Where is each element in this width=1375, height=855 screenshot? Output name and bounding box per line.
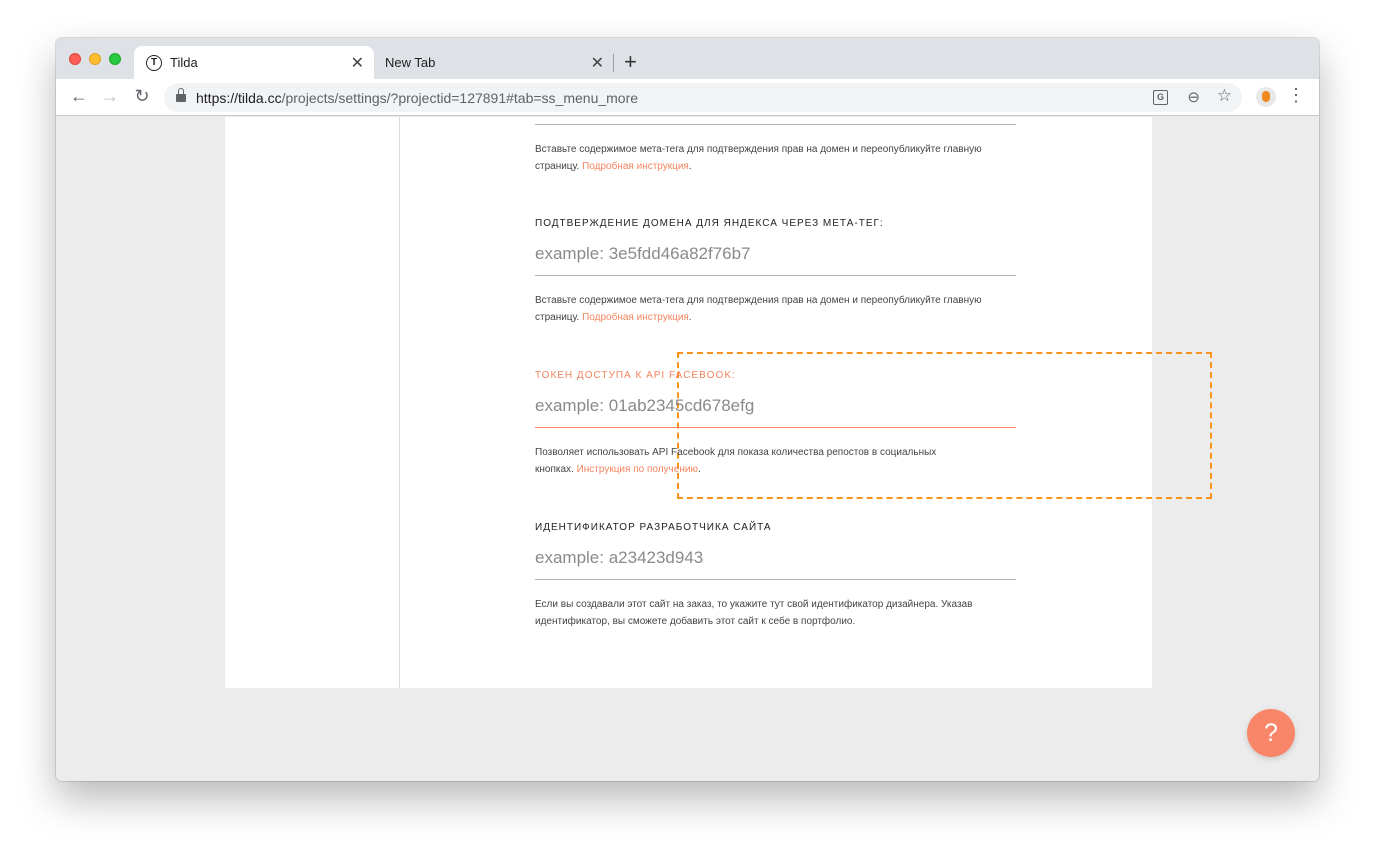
tab-title: Tilda <box>170 55 198 70</box>
settings-sidebar <box>225 117 400 688</box>
page-viewport: Вставьте содержимое мета-тега для подтве… <box>56 117 1319 781</box>
hint-end: . <box>688 161 692 172</box>
field-hint: Вставьте содержимое мета-тега для подтве… <box>535 141 1016 175</box>
browser-window: T Tilda ✕ New Tab ✕ + ← → ↻ https://tild… <box>56 38 1319 781</box>
url-path: /projects/settings/?projectid=127891#tab… <box>281 89 639 106</box>
instruction-link[interactable]: Подробная инструкция <box>582 161 689 172</box>
field-underline <box>535 124 1016 125</box>
instruction-link[interactable]: Подробная инструкция <box>582 312 689 323</box>
facebook-field-label: ТОКЕН ДОСТУПА К API FACEBOOK: <box>535 370 736 381</box>
title-bar: T Tilda ✕ New Tab ✕ + <box>56 38 1319 79</box>
help-button[interactable]: ? <box>1247 709 1295 757</box>
close-tab-icon[interactable]: ✕ <box>591 53 604 73</box>
developer-field-label: ИДЕНТИФИКАТОР РАЗРАБОТЧИКА САЙТА <box>535 522 772 533</box>
yandex-field-label: ПОДТВЕРЖДЕНИЕ ДОМЕНА ДЛЯ ЯНДЕКСА ЧЕРЕЗ М… <box>535 218 884 229</box>
minimize-window-button[interactable] <box>89 53 101 65</box>
back-arrow-icon[interactable]: ← <box>68 86 90 107</box>
hint-end: . <box>697 464 701 475</box>
tab-separator <box>613 54 614 72</box>
lock-icon <box>176 88 186 103</box>
translate-icon[interactable]: G <box>1153 90 1168 105</box>
tilda-favicon-icon: T <box>146 54 162 71</box>
url-text[interactable]: https://tilda.cc/projects/settings/?proj… <box>196 90 638 106</box>
field-hint: Если вы создавали этот сайт на заказ, то… <box>535 599 973 627</box>
field-hint: Вставьте содержимое мета-тега для подтве… <box>535 292 1016 326</box>
yandex-verification-section: ПОДТВЕРЖДЕНИЕ ДОМЕНА ДЛЯ ЯНДЕКСА ЧЕРЕЗ М… <box>535 218 1016 326</box>
zoom-icon[interactable]: ⊖ <box>1187 88 1200 106</box>
bookmark-star-icon[interactable]: ☆ <box>1217 86 1232 106</box>
hint-end: . <box>688 312 692 323</box>
new-tab-button[interactable]: + <box>624 49 637 75</box>
top-hint-section: Вставьте содержимое мета-тега для подтве… <box>535 141 1016 175</box>
maximize-window-button[interactable] <box>109 53 121 65</box>
facebook-token-input[interactable] <box>535 390 1016 428</box>
browser-toolbar: ← → ↻ https://tilda.cc/projects/settings… <box>56 79 1319 116</box>
field-hint: Позволяет использовать API Facebook для … <box>535 444 955 478</box>
url-host: https://tilda.cc <box>196 89 282 106</box>
extension-icon[interactable] <box>1256 87 1276 107</box>
close-window-button[interactable] <box>69 53 81 65</box>
close-tab-icon[interactable]: ✕ <box>351 53 364 73</box>
browser-menu-icon[interactable]: ⋮ <box>1287 86 1305 104</box>
tab-title: New Tab <box>385 55 436 70</box>
developer-id-input[interactable] <box>535 542 1016 580</box>
tab-new-tab[interactable]: New Tab ✕ <box>374 46 614 79</box>
tab-tilda[interactable]: T Tilda ✕ <box>134 46 374 79</box>
address-bar[interactable]: https://tilda.cc/projects/settings/?proj… <box>164 83 1242 112</box>
instruction-link[interactable]: Инструкция по получению <box>577 464 698 475</box>
yandex-verification-input[interactable] <box>535 238 1016 276</box>
forward-arrow-icon[interactable]: → <box>99 86 121 107</box>
facebook-token-section: ТОКЕН ДОСТУПА К API FACEBOOK: Позволяет … <box>535 370 1016 478</box>
settings-page: Вставьте содержимое мета-тега для подтве… <box>225 117 1212 688</box>
reload-icon[interactable]: ↻ <box>131 86 153 107</box>
developer-id-section: ИДЕНТИФИКАТОР РАЗРАБОТЧИКА САЙТА Если вы… <box>535 522 1016 630</box>
